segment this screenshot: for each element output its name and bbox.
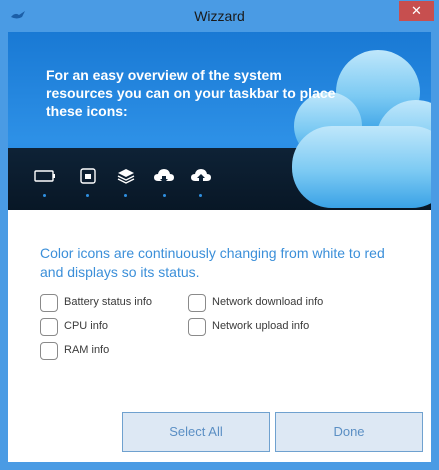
window-title: Wizzard <box>194 8 245 24</box>
download-indicator-dot <box>163 194 166 197</box>
cloud-upload-icon <box>191 169 211 181</box>
battery-option-label: Battery status info <box>64 296 153 308</box>
banner-text: For an easy overview of the system resou… <box>46 67 336 119</box>
taskbar-icons <box>8 148 278 210</box>
options-group: Battery status info Network download inf… <box>8 294 431 374</box>
ram-indicator-dot <box>124 194 127 197</box>
ram-layers-icon <box>117 169 135 184</box>
done-button[interactable]: Done <box>275 412 423 452</box>
banner: For an easy overview of the system resou… <box>8 32 431 210</box>
cpu-checkbox[interactable] <box>40 318 58 336</box>
cpu-option-label: CPU info <box>64 320 109 332</box>
ram-checkbox[interactable] <box>40 342 58 360</box>
download-checkbox[interactable] <box>188 294 206 312</box>
cloud-download-icon <box>154 169 174 183</box>
select-all-button[interactable]: Select All <box>122 412 270 452</box>
battery-checkbox[interactable] <box>40 294 58 312</box>
battery-icon <box>34 170 55 182</box>
upload-option-label: Network upload info <box>212 320 310 332</box>
download-option[interactable]: Network download info <box>188 294 358 314</box>
cpu-icon <box>80 168 96 184</box>
battery-indicator-dot <box>43 194 46 197</box>
wizard-window: Wizzard ✕ For an easy overview of the sy… <box>0 0 439 470</box>
close-button[interactable]: ✕ <box>399 1 434 21</box>
title-bar[interactable]: Wizzard ✕ <box>0 0 439 32</box>
client-area: For an easy overview of the system resou… <box>8 32 431 462</box>
download-option-label: Network download info <box>212 296 324 308</box>
ram-option-label: RAM info <box>64 344 110 356</box>
battery-option[interactable]: Battery status info <box>40 294 180 314</box>
cpu-indicator-dot <box>86 194 89 197</box>
upload-checkbox[interactable] <box>188 318 206 336</box>
upload-indicator-dot <box>199 194 202 197</box>
cpu-option[interactable]: CPU info <box>40 318 140 338</box>
upload-option[interactable]: Network upload info <box>188 318 348 338</box>
ram-option[interactable]: RAM info <box>40 342 140 362</box>
description-text: Color icons are continuously changing fr… <box>40 245 385 280</box>
